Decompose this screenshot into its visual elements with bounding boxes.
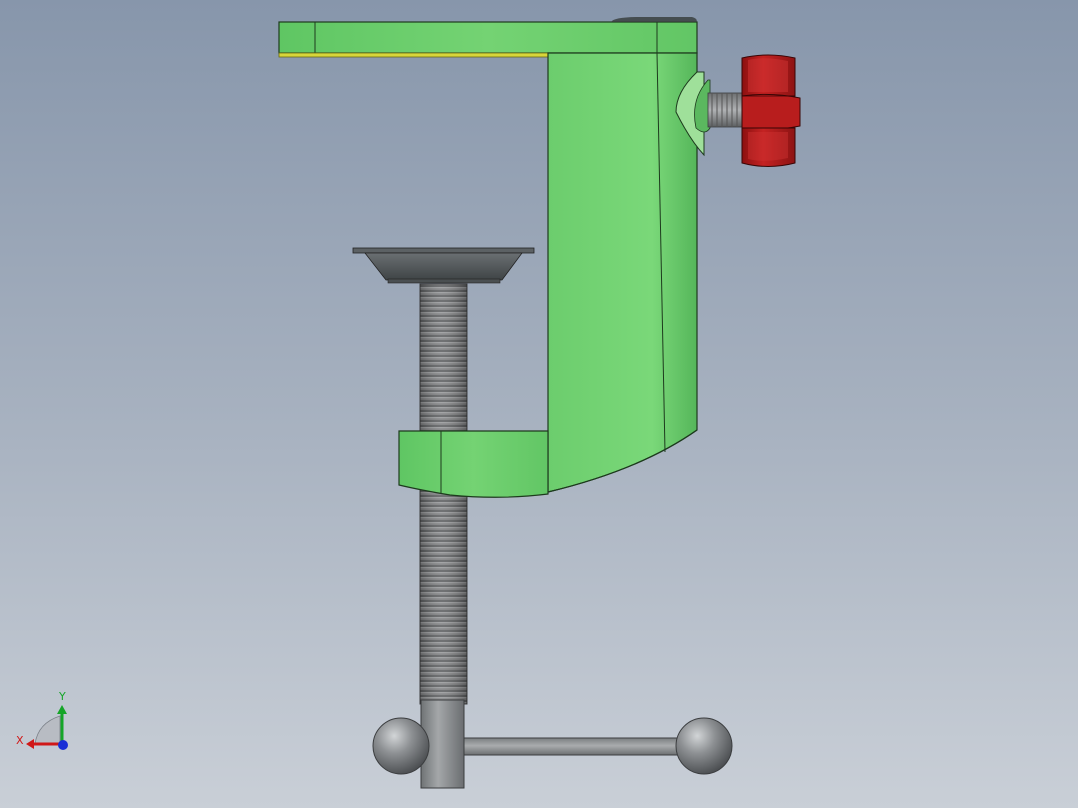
jaw-pad[interactable] [352, 247, 535, 284]
clamp-top-arm[interactable] [278, 17, 698, 58]
top-edge-strip [278, 52, 549, 58]
ball-knob-right[interactable] [675, 717, 733, 775]
triad-plane [34, 715, 61, 745]
y-axis-label: Y [58, 690, 66, 703]
clamp-body[interactable] [547, 52, 711, 493]
model-view[interactable]: Y X [0, 0, 1078, 808]
lock-knob[interactable] [741, 54, 801, 167]
clamp-bottom-arm[interactable] [398, 430, 549, 498]
reference-triad: Y X [16, 690, 68, 750]
graphics-viewport[interactable]: Y X [0, 0, 1078, 808]
ball-knob-left[interactable] [372, 717, 430, 775]
z-axis-dot [58, 740, 68, 750]
lock-screw[interactable] [707, 92, 747, 128]
x-axis-label: X [16, 734, 24, 747]
t-handle-bar[interactable] [463, 737, 687, 756]
